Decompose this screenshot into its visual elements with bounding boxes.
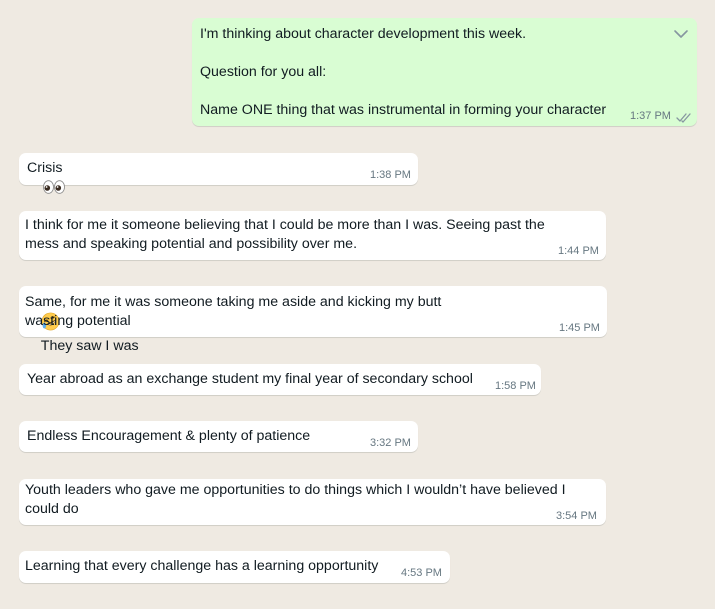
incoming-message-bubble[interactable]: Endless Encouragement & plenty of patien… (19, 421, 418, 452)
message-time: 3:54 PM (556, 510, 597, 522)
message-text-line: Learning that every challenge has a lear… (25, 558, 379, 574)
message-time: 1:38 PM (370, 169, 411, 181)
message-text: They saw I was (40, 338, 139, 354)
message-time: 1:37 PM (630, 110, 671, 122)
message-time: 3:32 PM (370, 437, 411, 449)
message-text-line: I think for me it someone believing that… (25, 217, 545, 233)
message-time: 1:58 PM (495, 380, 536, 392)
message-time: 1:44 PM (558, 245, 599, 257)
incoming-message-bubble[interactable]: Same, for me it was someone taking me as… (19, 286, 607, 354)
message-time: 4:53 PM (401, 567, 442, 579)
message-text-line: Youth leaders who gave me opportunities … (25, 482, 566, 498)
message-text: Same, for me it was someone taking me as… (25, 294, 442, 310)
message-text-line: I'm thinking about character development… (200, 26, 527, 42)
incoming-message-bubble[interactable]: I think for me it someone believing that… (19, 211, 606, 260)
incoming-message-bubble[interactable]: Learning that every challenge has a lear… (19, 551, 450, 583)
message-text-line: Question for you all: (200, 64, 327, 80)
message-text-line: Year abroad as an exchange student my fi… (27, 371, 473, 387)
double-check-icon (676, 110, 692, 123)
outgoing-message-bubble[interactable]: I'm thinking about character development… (192, 18, 697, 126)
message-text: Crisis (27, 160, 63, 176)
message-text-line: Name ONE thing that was instrumental in … (200, 102, 607, 118)
chevron-down-icon[interactable] (673, 27, 689, 41)
message-time: 1:45 PM (559, 322, 600, 334)
message-text-line: could do (25, 501, 79, 517)
message-text-line: Crisis (27, 159, 65, 219)
message-text-line: mess and speaking potential and possibil… (25, 236, 358, 252)
eyes-emoji (42, 180, 65, 200)
incoming-message-bubble[interactable]: Year abroad as an exchange student my fi… (19, 364, 541, 395)
message-text-line: wasting potential (25, 313, 131, 329)
incoming-message-bubble[interactable]: Crisis 1:38 PM (19, 153, 418, 194)
message-text-line: Endless Encouragement & plenty of patien… (27, 428, 311, 444)
incoming-message-bubble[interactable]: Youth leaders who gave me opportunities … (19, 479, 606, 525)
